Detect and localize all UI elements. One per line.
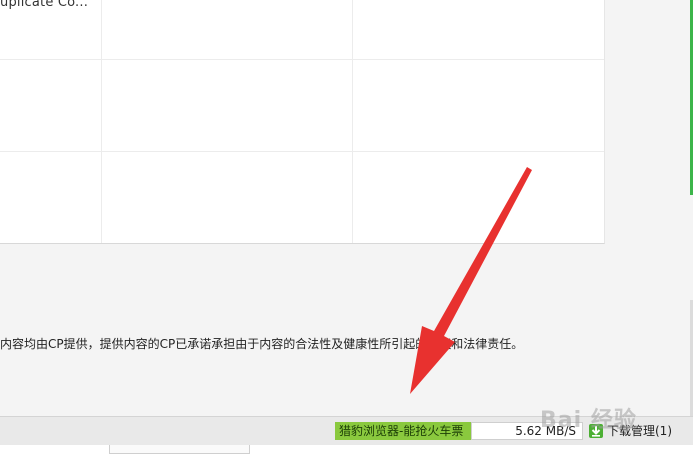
- column-divider: [352, 0, 353, 243]
- table-row[interactable]: uplicate Co...: [0, 0, 604, 60]
- table-row[interactable]: [0, 60, 604, 152]
- table-row[interactable]: [0, 152, 604, 243]
- content-table: uplicate Co...: [0, 0, 605, 244]
- column-divider: [101, 0, 102, 243]
- promo-banner[interactable]: 猎豹浏览器-能抢火车票: [335, 422, 471, 440]
- watermark-logo: Bai 经验: [540, 408, 637, 433]
- disclaimer-text: 内容均由CP提供，提供内容的CP已承诺承担由于内容的合法性及健康性所引起的争议和…: [0, 337, 524, 351]
- bottom-area: [0, 445, 693, 464]
- table-cell-title[interactable]: uplicate Co...: [0, 0, 88, 10]
- tab-stub[interactable]: [109, 445, 250, 454]
